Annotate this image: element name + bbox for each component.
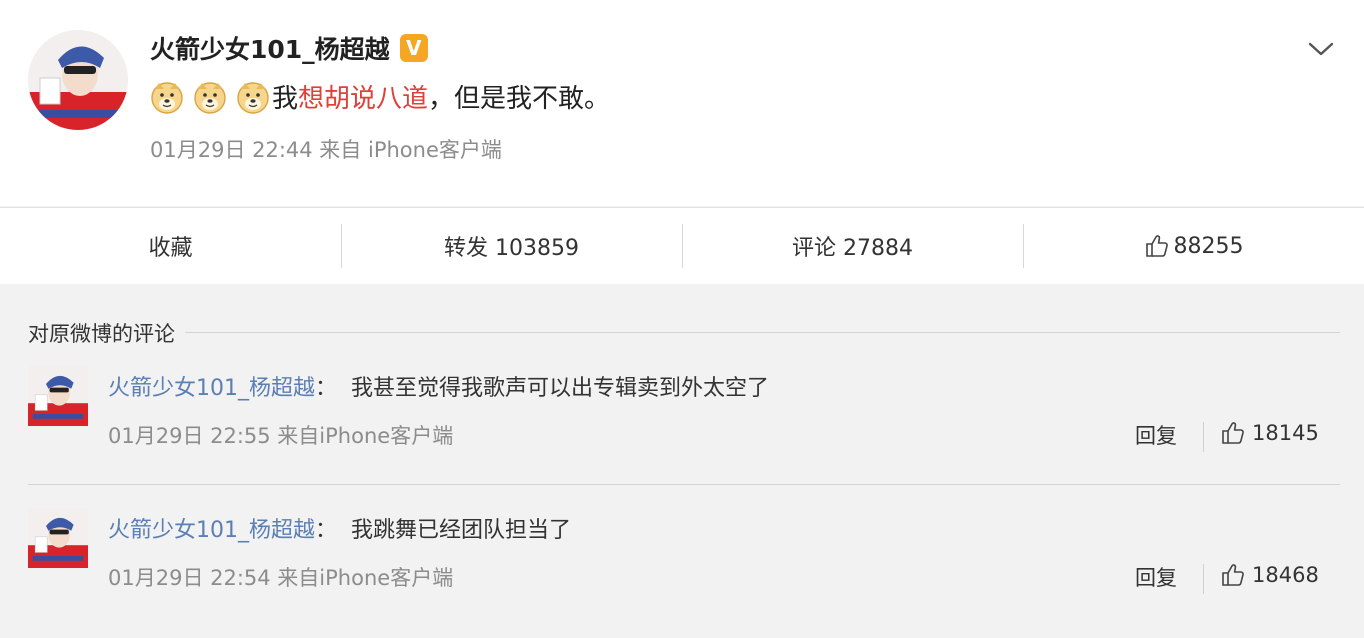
verified-badge-icon: V bbox=[399, 34, 428, 62]
comment-like-count: 18468 bbox=[1252, 563, 1319, 587]
name-separator: ： bbox=[315, 376, 338, 401]
comment-meta: 01月29日 22:54 来自iPhone客户端 bbox=[108, 566, 454, 590]
action-separator bbox=[1203, 422, 1204, 452]
avatar-image bbox=[28, 366, 88, 426]
favorite-button[interactable]: 收藏 bbox=[0, 208, 341, 284]
thumbs-up-icon bbox=[1220, 420, 1246, 446]
author-avatar[interactable] bbox=[28, 30, 128, 130]
doge-emoji-icon bbox=[236, 80, 270, 114]
avatar-image bbox=[28, 508, 88, 568]
comment-button[interactable]: 评论 27884 bbox=[682, 208, 1023, 284]
comment-like-button[interactable]: 18145 bbox=[1220, 420, 1319, 446]
avatar-image bbox=[28, 30, 128, 130]
comments-section-title: 对原微博的评论 bbox=[28, 318, 185, 348]
commenter-name[interactable]: 火箭少女101_杨超越 bbox=[108, 376, 315, 401]
reply-button[interactable]: 回复 bbox=[1135, 420, 1177, 450]
comment-meta: 01月29日 22:55 来自iPhone客户端 bbox=[108, 424, 454, 448]
comment-like-button[interactable]: 18468 bbox=[1220, 562, 1319, 588]
post-text: 我想胡说八道 ，但是我不敢。 bbox=[150, 78, 610, 115]
comment-like-count: 18145 bbox=[1252, 421, 1319, 445]
thumbs-up-icon bbox=[1144, 233, 1170, 259]
section-divider bbox=[28, 332, 1340, 333]
comment-line: 火箭少女101_杨超越： 我甚至觉得我歌声可以出专辑卖到外太空了 bbox=[108, 370, 769, 402]
comment-label: 评论 27884 bbox=[792, 236, 913, 261]
like-count: 88255 bbox=[1173, 233, 1244, 259]
action-separator bbox=[1203, 564, 1204, 594]
comment-line: 火箭少女101_杨超越： 我跳舞已经团队担当了 bbox=[108, 512, 571, 544]
reply-button[interactable]: 回复 bbox=[1135, 562, 1177, 592]
favorite-label: 收藏 bbox=[148, 236, 193, 261]
comment-text: 我甚至觉得我歌声可以出专辑卖到外太空了 bbox=[351, 376, 770, 401]
post-text-start: 我 bbox=[272, 84, 299, 114]
post-text-end: ，但是我不敢。 bbox=[428, 84, 611, 114]
comment-item: 火箭少女101_杨超越： 我跳舞已经团队担当了 01月29日 22:54 来自iP… bbox=[0, 508, 1364, 638]
chevron-down-icon[interactable] bbox=[1306, 34, 1336, 64]
commenter-avatar[interactable] bbox=[28, 366, 88, 426]
doge-emoji-icon bbox=[193, 80, 227, 114]
post-text-highlight: 想胡说八道 bbox=[298, 84, 429, 114]
comment-divider bbox=[28, 484, 1340, 485]
name-separator: ： bbox=[315, 518, 338, 543]
thumbs-up-icon bbox=[1220, 562, 1246, 588]
repost-label: 转发 103859 bbox=[444, 236, 579, 261]
action-bar: 收藏 转发 103859 评论 27884 88255 bbox=[0, 207, 1364, 284]
post-meta: 01月29日 22:44 来自 iPhone客户端 bbox=[150, 138, 502, 162]
author-name[interactable]: 火箭少女101_杨超越 bbox=[150, 30, 390, 66]
like-button[interactable]: 88255 bbox=[1023, 208, 1364, 284]
comment-item: 火箭少女101_杨超越： 我甚至觉得我歌声可以出专辑卖到外太空了 01月29日 2… bbox=[0, 366, 1364, 496]
repost-button[interactable]: 转发 103859 bbox=[341, 208, 682, 284]
commenter-name[interactable]: 火箭少女101_杨超越 bbox=[108, 518, 315, 543]
comment-text: 我跳舞已经团队担当了 bbox=[351, 518, 572, 543]
post-author: 火箭少女101_杨超越 V bbox=[150, 30, 428, 66]
commenter-avatar[interactable] bbox=[28, 508, 88, 568]
doge-emoji-icon bbox=[150, 80, 184, 114]
weibo-post: 火箭少女101_杨超越 V 我想胡说八道 ，但是我不敢。 01月29日 22:44… bbox=[0, 0, 1364, 206]
